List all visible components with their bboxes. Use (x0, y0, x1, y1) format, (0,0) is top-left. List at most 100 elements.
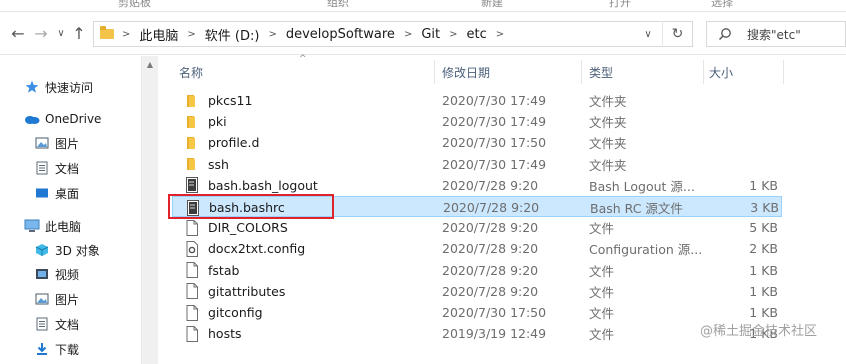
chevron-right-icon[interactable]: > (404, 29, 412, 40)
file-date: 2020/7/28 9:20 (442, 241, 539, 257)
file-row[interactable]: pkcs11 2020/7/30 17:49 文件夹 (172, 90, 782, 111)
scroll-up-icon[interactable]: ▲ (142, 58, 158, 70)
file-row[interactable]: DIR_COLORS 2020/7/28 9:20 文件 5 KB (172, 217, 782, 238)
address-bar[interactable]: > 此电脑 > 软件 (D:) > developSoftware > Git … (93, 21, 693, 47)
file-name-cell[interactable]: gitconfig (184, 302, 263, 323)
file-type: 文件 (589, 284, 615, 300)
file-row[interactable]: gitconfig 2020/7/30 17:50 文件 1 KB (172, 302, 782, 323)
file-name-cell[interactable]: pkcs11 (184, 90, 252, 111)
file-date: 2020/7/30 17:49 (442, 93, 547, 108)
ribbon-label-new: 新建 (481, 0, 503, 9)
cloud-icon (24, 111, 40, 127)
file-size: 1 KB (749, 262, 778, 278)
file-row[interactable]: pki 2020/7/30 17:49 文件夹 (172, 111, 782, 132)
chevron-down-icon: ∨ (644, 28, 652, 40)
file-name-cell[interactable]: hosts (184, 323, 242, 344)
file-size: 2 KB (749, 241, 778, 257)
navigation-bar: ← → ∨ ↑ > 此电脑 > 软件 (D:) > developSoftwar… (0, 13, 846, 55)
file-name: docx2txt.config (208, 241, 306, 257)
refresh-button[interactable]: ↻ (662, 21, 692, 47)
chevron-right-icon[interactable]: > (496, 29, 504, 40)
folder-icon (184, 114, 200, 130)
file-row[interactable]: gitattributes 2020/7/28 9:20 文件 1 KB (172, 281, 782, 302)
column-header-size[interactable]: 大小 (709, 58, 733, 86)
column-header-date[interactable]: 修改日期 (442, 58, 490, 86)
documents-icon (34, 316, 50, 332)
nav-item-videos[interactable]: 视频 (34, 263, 79, 285)
file-size: 1 KB (749, 177, 778, 193)
back-button[interactable]: ← (10, 24, 26, 44)
breadcrumb-this-pc[interactable]: 此电脑 (139, 25, 178, 44)
arrow-up-icon: ↑ (72, 24, 86, 43)
refresh-icon: ↻ (671, 26, 684, 42)
nav-item-downloads[interactable]: 下载 (34, 338, 79, 360)
address-history-button[interactable]: ∨ (638, 21, 658, 47)
breadcrumb-git[interactable]: Git (421, 27, 440, 42)
file-name-cell[interactable]: bash.bash_logout (184, 175, 318, 196)
column-divider[interactable] (783, 60, 784, 84)
file-row[interactable]: hosts 2019/3/19 12:49 文件 1 KB (172, 323, 782, 344)
arrow-right-icon: → (34, 24, 48, 43)
nav-item-pictures[interactable]: 图片 (34, 132, 79, 154)
chevron-right-icon[interactable]: > (268, 29, 276, 40)
file-type: 文件 (589, 327, 615, 343)
column-divider[interactable] (581, 60, 582, 84)
search-input[interactable]: 搜索"etc" (747, 26, 801, 43)
breadcrumb-drive-d[interactable]: 软件 (D:) (205, 25, 260, 44)
nav-item-documents[interactable]: 文档 (34, 157, 79, 179)
file-row[interactable]: ssh 2020/7/30 17:49 文件夹 (172, 154, 782, 175)
nav-item-pictures[interactable]: 图片 (34, 288, 79, 310)
nav-pane-scrollbar[interactable]: ▲ (141, 56, 158, 364)
nav-item-this-pc[interactable]: 此电脑 (24, 215, 81, 237)
file-row[interactable]: bash.bash_logout 2020/7/28 9:20 Bash Logou… (172, 175, 782, 196)
file-row[interactable]: docx2txt.config 2020/7/28 9:20 Configurati… (172, 238, 782, 259)
file-size: 1 KB (749, 283, 778, 299)
breadcrumb-developsoftware[interactable]: developSoftware (286, 27, 395, 42)
file-row[interactable]: fstab 2020/7/28 9:20 文件 1 KB (172, 260, 782, 281)
folder-icon (100, 26, 114, 39)
file-size (712, 154, 778, 175)
file-icon (184, 304, 200, 321)
file-type: 文件 (589, 263, 615, 279)
file-name-cell[interactable]: pki (184, 111, 227, 132)
column-divider[interactable] (703, 60, 704, 84)
pictures-icon (34, 135, 50, 151)
file-name-cell[interactable]: DIR_COLORS (184, 217, 288, 238)
nav-item-3d-objects[interactable]: 3D 对象 (34, 239, 100, 261)
breadcrumb-etc[interactable]: etc (467, 27, 487, 42)
column-divider[interactable] (434, 60, 435, 84)
file-name-cell[interactable]: profile.d (184, 132, 259, 153)
chevron-right-icon[interactable]: > (122, 29, 130, 40)
file-type: 文件 (589, 306, 615, 321)
file-date: 2020/7/30 17:50 (442, 135, 547, 151)
file-name-cell[interactable]: gitattributes (184, 281, 285, 302)
nav-item-label: 视频 (55, 267, 80, 282)
file-row[interactable]: profile.d 2020/7/30 17:50 文件夹 (172, 132, 782, 153)
ribbon-label-organize: 组织 (327, 0, 349, 9)
sort-ascending-icon: ^ (299, 54, 307, 64)
file-date: 2020/7/30 17:49 (442, 114, 547, 130)
recent-locations-button[interactable]: ∨ (53, 24, 69, 44)
file-icon (184, 262, 200, 279)
file-type: Bash RC 源文件 (590, 201, 683, 216)
desktop-icon (34, 185, 50, 201)
file-name: bash.bash_logout (208, 177, 318, 193)
file-name-cell[interactable]: fstab (184, 260, 239, 281)
nav-item-desktop[interactable]: 桌面 (34, 182, 79, 204)
forward-button[interactable]: → (33, 24, 49, 44)
search-box[interactable]: 搜索"etc" (706, 21, 846, 47)
column-header-name[interactable]: 名称 (179, 58, 203, 86)
file-size: 5 KB (749, 220, 778, 236)
nav-item-label: 文档 (55, 161, 80, 176)
nav-item-quick-access[interactable]: 快速访问 (24, 76, 93, 98)
file-name-cell[interactable]: docx2txt.config (184, 238, 305, 259)
nav-item-documents[interactable]: 文档 (34, 313, 79, 335)
file-type: 文件夹 (589, 94, 627, 109)
nav-item-label: 图片 (55, 136, 80, 151)
chevron-right-icon[interactable]: > (449, 29, 457, 40)
chevron-right-icon[interactable]: > (187, 29, 195, 40)
file-name-cell[interactable]: ssh (184, 154, 229, 175)
column-header-type[interactable]: 类型 (589, 58, 613, 86)
nav-item-onedrive[interactable]: OneDrive (24, 108, 101, 130)
up-button[interactable]: ↑ (71, 24, 87, 44)
